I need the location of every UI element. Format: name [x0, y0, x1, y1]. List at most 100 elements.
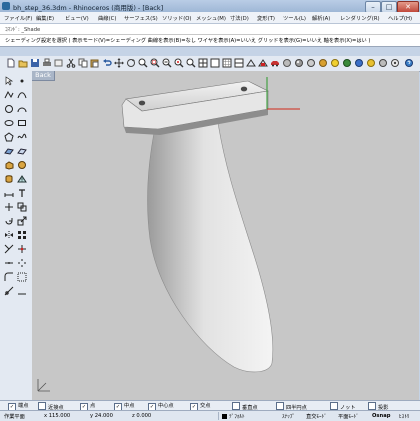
- analyze-icon[interactable]: [4, 286, 14, 296]
- arc-icon[interactable]: [17, 104, 27, 114]
- options-icon[interactable]: [390, 58, 400, 68]
- freeform-curve-icon[interactable]: [17, 132, 27, 142]
- undo-icon[interactable]: [102, 58, 112, 68]
- sphere-solid-icon[interactable]: [17, 160, 27, 170]
- render-icon[interactable]: [318, 58, 328, 68]
- trim-icon[interactable]: [4, 244, 14, 254]
- fin-model-3d[interactable]: [32, 71, 419, 400]
- menu-dimension[interactable]: 寸法(D): [230, 14, 249, 22]
- menu-view[interactable]: ビュー(V): [65, 14, 89, 22]
- undo-view-icon[interactable]: [186, 58, 196, 68]
- material-editor-icon[interactable]: [282, 58, 292, 68]
- polygon-icon[interactable]: [4, 132, 14, 142]
- command-line[interactable]: シェーディング設定を選択 ( 表示モード(V)=シェーディング 曲線を表示(B)…: [0, 35, 420, 47]
- grid-icon[interactable]: [222, 58, 232, 68]
- surface-icon[interactable]: [4, 146, 14, 156]
- save-icon[interactable]: [30, 58, 40, 68]
- menu-render[interactable]: レンダリング(R): [340, 14, 380, 22]
- new-file-icon[interactable]: [6, 58, 16, 68]
- object-properties-icon[interactable]: [258, 58, 268, 68]
- menu-analyze[interactable]: 解析(A): [312, 14, 330, 22]
- zoom-selected-icon[interactable]: [174, 58, 184, 68]
- menu-surface[interactable]: サーフェス(S): [124, 14, 158, 22]
- menu-solid[interactable]: ソリッド(O): [162, 14, 192, 22]
- menu-edit[interactable]: 編集(E): [36, 14, 54, 22]
- menu-curve[interactable]: 曲線(C): [98, 14, 116, 22]
- text-icon[interactable]: [17, 188, 27, 198]
- four-viewports-icon[interactable]: [198, 58, 208, 68]
- cut-icon[interactable]: [66, 58, 76, 68]
- menu-file[interactable]: ファイル(F): [4, 14, 32, 22]
- loft-icon[interactable]: [17, 146, 27, 156]
- join-icon[interactable]: [4, 258, 14, 268]
- status-y-coord: y 24.000: [90, 413, 113, 419]
- texture-icon[interactable]: [354, 58, 364, 68]
- layer-color-swatch: [222, 414, 227, 419]
- zoom-window-icon[interactable]: [150, 58, 160, 68]
- help-icon[interactable]: [404, 58, 414, 68]
- mesh-icon[interactable]: [17, 174, 27, 184]
- mirror-icon[interactable]: [4, 230, 14, 240]
- copy-icon[interactable]: [78, 58, 88, 68]
- osnap-perpendicular-checkbox[interactable]: [232, 402, 240, 410]
- menu-mesh[interactable]: メッシュ(M): [196, 14, 226, 22]
- circle-icon[interactable]: [4, 104, 14, 114]
- rotate-view-icon[interactable]: [126, 58, 136, 68]
- dimension-icon[interactable]: [4, 188, 14, 198]
- window-title: bh_step_36.3dm - Rhinoceros (商用版) - [Bac…: [13, 4, 164, 12]
- osnap-knot-checkbox[interactable]: [330, 402, 338, 410]
- explode-icon[interactable]: [17, 258, 27, 268]
- named-views-icon[interactable]: [234, 58, 244, 68]
- osnap-quad-checkbox[interactable]: [276, 402, 284, 410]
- environment-icon[interactable]: [342, 58, 352, 68]
- ground-plane-icon[interactable]: [378, 58, 388, 68]
- open-file-icon[interactable]: [18, 58, 28, 68]
- osnap-project-checkbox[interactable]: [368, 402, 376, 410]
- render-car-icon[interactable]: [270, 58, 280, 68]
- split-icon[interactable]: [17, 244, 27, 254]
- fillet-icon[interactable]: [4, 272, 14, 282]
- zoom-icon[interactable]: [138, 58, 148, 68]
- cylinder-icon[interactable]: [4, 174, 14, 184]
- select-arrow-icon[interactable]: [4, 76, 14, 86]
- rhino-window: bh_step_36.3dm - Rhinoceros (商用版) - [Bac…: [0, 0, 420, 421]
- status-separator: [218, 412, 219, 420]
- status-x-coord: x 115.000: [44, 413, 71, 419]
- back-viewport[interactable]: Back: [32, 71, 419, 400]
- light-icon[interactable]: [330, 58, 340, 68]
- rectangle-icon[interactable]: [17, 118, 27, 128]
- osnap-near-checkbox[interactable]: [38, 402, 46, 410]
- zoom-extents-icon[interactable]: [162, 58, 172, 68]
- copy-object-icon[interactable]: [17, 202, 27, 212]
- ellipse-icon[interactable]: [4, 118, 14, 128]
- scale-icon[interactable]: [17, 216, 27, 226]
- menu-help[interactable]: ヘルプ(H): [388, 14, 412, 22]
- array-icon[interactable]: [17, 230, 27, 240]
- box-solid-icon[interactable]: [4, 160, 14, 170]
- rotate-icon[interactable]: [4, 216, 14, 226]
- point-icon[interactable]: [17, 76, 27, 86]
- pan-icon[interactable]: [114, 58, 124, 68]
- sun-icon[interactable]: [366, 58, 376, 68]
- curve-icon[interactable]: [17, 90, 27, 100]
- paste-icon[interactable]: [90, 58, 100, 68]
- wireframe-icon[interactable]: [246, 58, 256, 68]
- status-planar[interactable]: 平面ﾓｰﾄﾞ: [338, 413, 359, 420]
- menu-tools[interactable]: ツール(L): [283, 14, 306, 22]
- status-ortho[interactable]: 直交ﾓｰﾄﾞ: [306, 413, 327, 420]
- print-icon[interactable]: [42, 58, 52, 68]
- shaded-sphere-icon[interactable]: [294, 58, 304, 68]
- status-layer[interactable]: ﾃﾞﾌｫﾙﾄ: [222, 413, 245, 420]
- layer-icon[interactable]: [54, 58, 64, 68]
- render-preview-icon[interactable]: [306, 58, 316, 68]
- polyline-icon[interactable]: [4, 90, 14, 100]
- menu-transform[interactable]: 変形(T): [257, 14, 275, 22]
- status-history[interactable]: ﾋｽﾄﾘ: [399, 413, 409, 420]
- mount-hole-left: [138, 100, 146, 106]
- group-icon[interactable]: [17, 272, 27, 282]
- status-snap[interactable]: ｽﾅｯﾌﾟ: [282, 413, 295, 420]
- status-osnap[interactable]: Osnap: [372, 413, 390, 419]
- ortho-view-icon[interactable]: [210, 58, 220, 68]
- move-icon[interactable]: [4, 202, 14, 212]
- distance-icon[interactable]: [17, 286, 27, 296]
